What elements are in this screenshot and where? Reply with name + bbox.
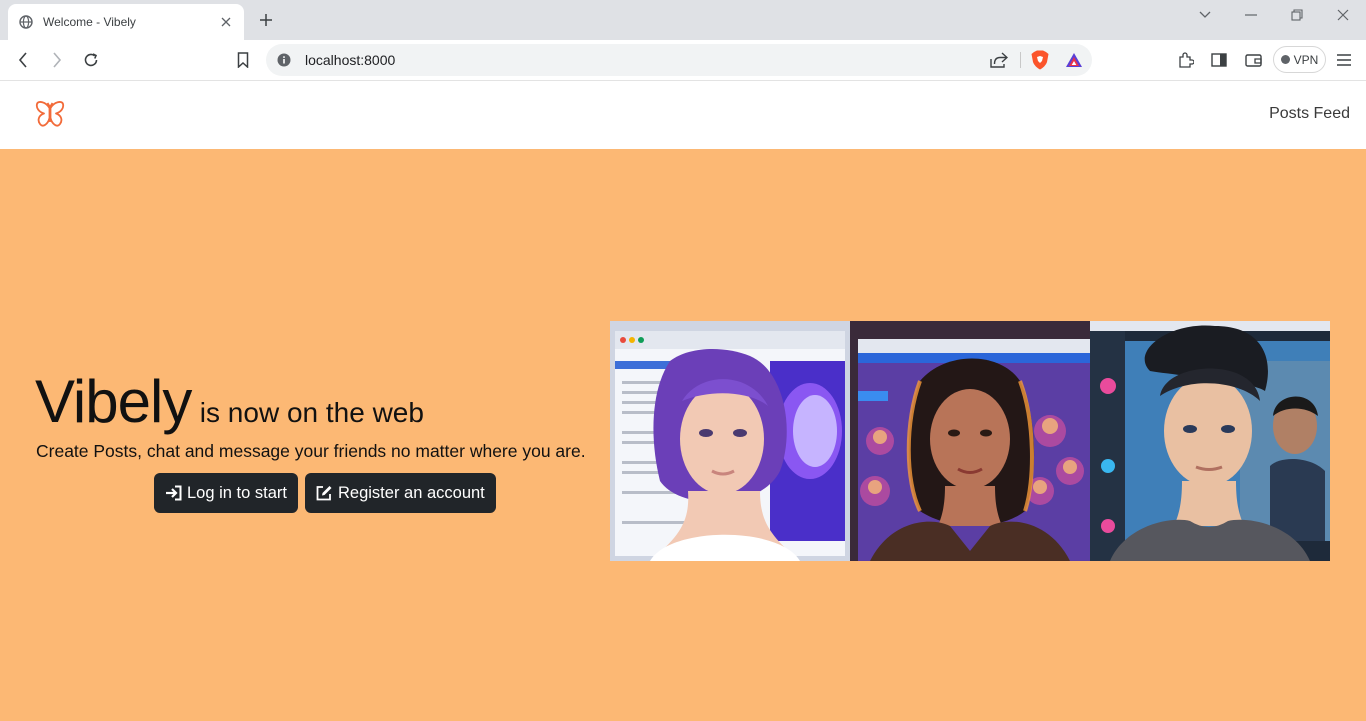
collage-image-purple-hair-woman [610,321,850,561]
browser-toolbar: localhost:8000 VPN [0,40,1366,81]
hero-subtitle: Create Posts, chat and message your frie… [36,441,586,461]
posts-feed-link[interactable]: Posts Feed [1269,105,1350,123]
sign-in-icon [166,485,182,501]
sidebar-icon[interactable] [1207,49,1231,71]
register-button-label: Register an account [338,483,485,502]
restore-icon[interactable] [1287,6,1307,24]
minimize-icon[interactable] [1241,6,1261,24]
collage-image-young-man [1090,321,1330,561]
reload-icon[interactable] [79,49,103,71]
new-tab-icon[interactable] [256,10,276,30]
close-tab-icon[interactable] [218,14,234,30]
globe-icon [18,14,34,30]
edit-icon [316,486,332,501]
bookmark-icon[interactable] [231,49,255,71]
tab-title: Welcome - Vibely [43,15,136,29]
brave-rewards-icon[interactable] [1064,50,1084,70]
login-button-label: Log in to start [187,483,287,502]
address-bar[interactable]: localhost:8000 [266,44,1092,76]
wallet-icon[interactable] [1241,49,1265,71]
share-icon[interactable] [989,50,1009,70]
extensions-icon[interactable] [1174,49,1198,71]
url-text: localhost:8000 [305,52,396,68]
hero-title-suffix: is now on the web [199,397,424,428]
hero-title: Vibely [35,368,192,435]
window-close-icon[interactable] [1333,6,1353,24]
register-button[interactable]: Register an account [305,473,496,513]
omnibox-divider [1020,52,1021,68]
vpn-button[interactable]: VPN [1273,46,1326,73]
menu-icon[interactable] [1332,49,1356,71]
brave-shields-icon[interactable] [1030,50,1050,70]
collage-image-professional-woman [850,321,1090,561]
hero-section: Vibely is now on the web Create Posts, c… [0,149,1366,721]
back-icon[interactable] [11,49,35,71]
vpn-label: VPN [1293,52,1319,67]
browser-tab[interactable]: Welcome - Vibely [8,4,244,40]
hero-headline: Vibely is now on the web [35,367,424,436]
vpn-status-icon [1280,55,1290,64]
hero-image-collage [610,321,1330,561]
site-navbar: Posts Feed [0,81,1366,149]
tab-search-chevron-icon[interactable] [1195,6,1215,24]
site-info-icon[interactable] [276,52,292,68]
browser-tab-strip: Welcome - Vibely [0,0,1366,40]
login-button[interactable]: Log in to start [154,473,298,513]
butterfly-icon[interactable] [34,100,66,130]
forward-icon[interactable] [45,49,69,71]
